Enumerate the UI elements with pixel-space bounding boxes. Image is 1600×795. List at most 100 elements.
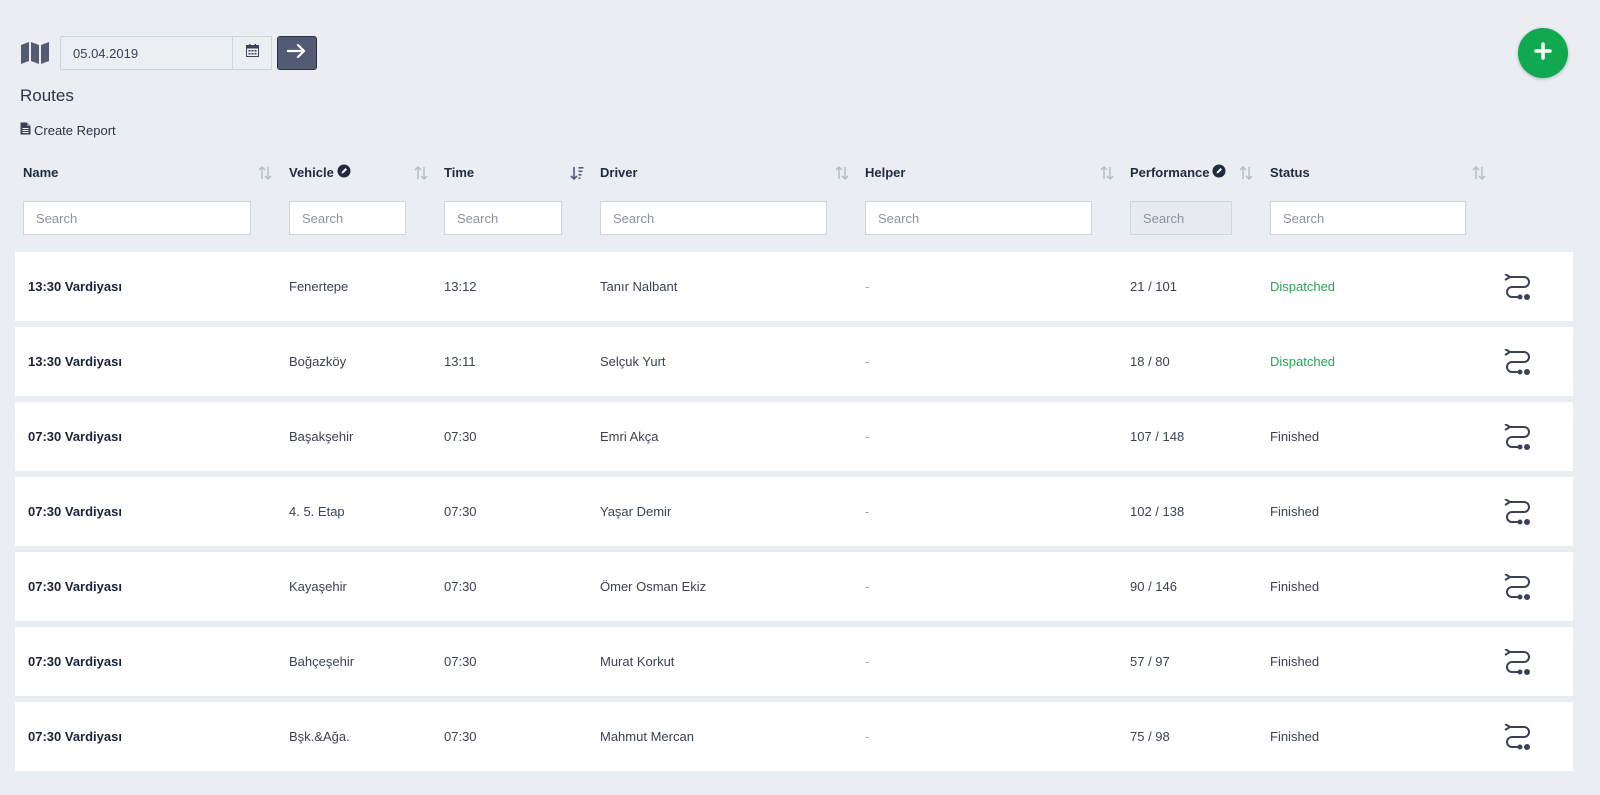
column-label: Vehicle (289, 164, 334, 180)
column-header-helper[interactable]: Helper (865, 163, 905, 181)
cell-driver: Yaşar Demir (600, 504, 672, 519)
add-route-button[interactable] (1518, 28, 1568, 78)
cell-performance: 90 / 146 (1130, 579, 1177, 594)
column-header-time[interactable]: Time (444, 163, 474, 181)
cell-vehicle: Kayaşehir (289, 579, 347, 594)
cell-helper: - (865, 279, 870, 294)
cell-helper: - (865, 354, 870, 369)
cell-vehicle: Fenertepe (289, 279, 349, 294)
cell-status: Dispatched (1270, 354, 1336, 369)
sort-icon[interactable] (835, 165, 849, 181)
column-header-name[interactable]: Name (23, 163, 58, 181)
cell-vehicle: Boğazköy (289, 354, 347, 369)
cell-helper: - (865, 429, 870, 444)
cell-driver: Ömer Osman Ekiz (600, 579, 707, 594)
route-icon[interactable] (1502, 347, 1534, 377)
route-icon[interactable] (1502, 497, 1534, 527)
column-label: Name (23, 164, 59, 180)
cell-status: Finished (1270, 504, 1320, 519)
cell-name: 07:30 Vardiyası (28, 654, 122, 669)
cell-time: 07:30 (444, 579, 477, 594)
cell-performance: 57 / 97 (1130, 654, 1170, 669)
sort-icon[interactable] (414, 165, 428, 181)
table-row[interactable]: 13:30 Vardiyası Fenertepe 13:12 Tanır Na… (15, 252, 1573, 321)
cell-helper: - (865, 504, 870, 519)
column-header-performance[interactable]: Performance (1130, 163, 1226, 181)
plus-icon (1534, 41, 1552, 65)
cell-status: Finished (1270, 429, 1320, 444)
create-report-label: Create Report (34, 122, 116, 138)
column-label: Driver (600, 164, 638, 180)
column-label: Helper (865, 164, 906, 180)
sort-icon[interactable] (1239, 165, 1253, 181)
route-icon[interactable] (1502, 722, 1534, 752)
route-icon[interactable] (1502, 647, 1534, 677)
cell-performance: 21 / 101 (1130, 279, 1177, 294)
search-performance (1130, 201, 1232, 235)
info-icon[interactable] (1212, 164, 1226, 181)
column-label: Performance (1130, 164, 1210, 180)
sort-desc-icon[interactable] (570, 165, 584, 181)
map-icon (20, 40, 50, 66)
cell-status: Finished (1270, 579, 1320, 594)
calendar-button[interactable] (233, 36, 272, 70)
cell-driver: Emri Akça (600, 429, 659, 444)
table-row[interactable]: 13:30 Vardiyası Boğazköy 13:11 Selçuk Yu… (15, 327, 1573, 396)
cell-status: Finished (1270, 729, 1320, 744)
date-toolbar (20, 36, 317, 70)
cell-time: 13:12 (444, 279, 477, 294)
column-header-status[interactable]: Status (1270, 163, 1310, 181)
route-icon[interactable] (1502, 572, 1534, 602)
cell-vehicle: Bşk.&Ağa. (289, 729, 350, 744)
cell-vehicle: Bahçeşehir (289, 654, 355, 669)
cell-helper: - (865, 579, 870, 594)
cell-name: 13:30 Vardiyası (28, 354, 122, 369)
table-row[interactable]: 07:30 Vardiyası Bahçeşehir 07:30 Murat K… (15, 627, 1573, 696)
column-label: Time (444, 164, 475, 180)
cell-name: 07:30 Vardiyası (28, 429, 122, 444)
cell-name: 07:30 Vardiyası (28, 504, 122, 519)
cell-driver: Mahmut Mercan (600, 729, 694, 744)
arrow-right-icon (286, 43, 307, 63)
cell-vehicle: Başakşehir (289, 429, 354, 444)
search-time[interactable] (444, 201, 562, 235)
column-label: Status (1270, 164, 1310, 180)
cell-helper: - (865, 729, 870, 744)
cell-vehicle: 4. 5. Etap (289, 504, 345, 519)
search-driver[interactable] (600, 201, 827, 235)
info-icon[interactable] (337, 164, 351, 181)
cell-performance: 18 / 80 (1130, 354, 1170, 369)
column-header-vehicle[interactable]: Vehicle (289, 163, 351, 181)
table-row[interactable]: 07:30 Vardiyası Bşk.&Ağa. 07:30 Mahmut M… (15, 702, 1573, 771)
cell-performance: 75 / 98 (1130, 729, 1170, 744)
column-header-driver[interactable]: Driver (600, 163, 638, 181)
document-icon (20, 122, 34, 138)
cell-time: 07:30 (444, 654, 477, 669)
cell-name: 07:30 Vardiyası (28, 579, 122, 594)
cell-driver: Murat Korkut (600, 654, 675, 669)
cell-time: 07:30 (444, 729, 477, 744)
route-icon[interactable] (1502, 272, 1534, 302)
cell-time: 13:11 (444, 354, 476, 369)
date-input[interactable] (60, 36, 233, 70)
sort-icon[interactable] (258, 165, 272, 181)
sort-icon[interactable] (1472, 165, 1486, 181)
search-vehicle[interactable] (289, 201, 406, 235)
cell-time: 07:30 (444, 429, 477, 444)
cell-status: Finished (1270, 654, 1320, 669)
route-icon[interactable] (1502, 422, 1534, 452)
cell-performance: 102 / 138 (1130, 504, 1185, 519)
cell-name: 13:30 Vardiyası (28, 279, 122, 294)
go-button[interactable] (277, 36, 317, 70)
cell-helper: - (865, 654, 870, 669)
table-row[interactable]: 07:30 Vardiyası Başakşehir 07:30 Emri Ak… (15, 402, 1573, 471)
create-report-link[interactable]: Create Report (20, 122, 116, 138)
cell-performance: 107 / 148 (1130, 429, 1185, 444)
calendar-icon (245, 44, 259, 62)
table-row[interactable]: 07:30 Vardiyası 4. 5. Etap 07:30 Yaşar D… (15, 477, 1573, 546)
search-helper[interactable] (865, 201, 1092, 235)
search-name[interactable] (23, 201, 251, 235)
table-row[interactable]: 07:30 Vardiyası Kayaşehir 07:30 Ömer Osm… (15, 552, 1573, 621)
sort-icon[interactable] (1100, 165, 1114, 181)
search-status[interactable] (1270, 201, 1466, 235)
